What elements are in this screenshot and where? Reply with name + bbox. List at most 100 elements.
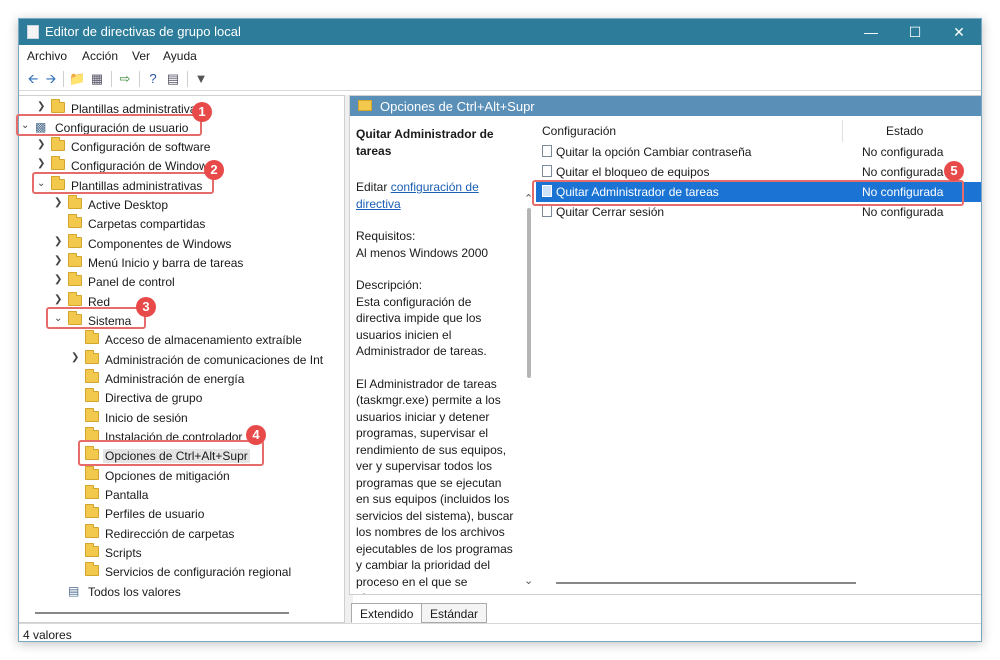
back-icon[interactable]: 🡨 <box>25 71 41 87</box>
folder-icon <box>51 137 65 151</box>
details-pane: Opciones de Ctrl+Alt+Supr Quitar Adminis… <box>349 95 981 595</box>
app-icon <box>27 25 39 39</box>
show-hide-tree-icon[interactable]: ▦ <box>89 71 105 87</box>
chevron-right-icon[interactable]: ❯ <box>37 101 47 112</box>
callout-badge-4: 4 <box>246 425 266 445</box>
close-button[interactable]: ✕ <box>937 19 981 45</box>
callout-badge-1: 1 <box>192 102 212 122</box>
chevron-right-icon[interactable]: ❯ <box>37 139 47 150</box>
chevron-right-icon[interactable]: ❯ <box>54 294 64 305</box>
column-divider[interactable] <box>842 120 843 142</box>
callout-highlight-3 <box>46 307 146 329</box>
status-bar: 4 valores <box>19 623 981 642</box>
toolbar-separator <box>139 71 140 87</box>
list-row[interactable]: Quitar el bloqueo de equipos No configura… <box>536 162 981 182</box>
folder-icon <box>85 466 99 480</box>
forward-icon[interactable]: 🡪 <box>43 71 59 87</box>
requirements-value: Al menos Windows 2000 <box>356 245 489 260</box>
tree-horizontal-scrollbar[interactable] <box>35 612 289 614</box>
callout-badge-3: 3 <box>136 297 156 317</box>
column-header-setting[interactable]: Configuración <box>542 124 616 138</box>
folder-icon <box>68 195 82 209</box>
row-state: No configurada <box>862 205 944 219</box>
menu-ayuda[interactable]: Ayuda <box>163 49 197 63</box>
row-state: No configurada <box>862 145 944 159</box>
description-panel: Quitar Administrador de tareas Editar co… <box>350 116 522 595</box>
requirements: Requisitos: Al menos Windows 2000 <box>356 228 516 261</box>
list-horizontal-scrollbar[interactable] <box>556 582 856 584</box>
properties-icon[interactable]: ▤ <box>165 71 181 87</box>
menu-ver[interactable]: Ver <box>132 49 150 63</box>
tab-estandar[interactable]: Estándar <box>421 603 488 623</box>
menu-accion[interactable]: Acción <box>82 49 118 63</box>
edit-policy-line: Editar configuración de directiva <box>356 179 516 212</box>
folder-icon <box>51 156 65 170</box>
title-bar[interactable]: Editor de directivas de grupo local — ☐ … <box>19 19 981 45</box>
policy-title: Quitar Administrador de tareas <box>356 127 494 158</box>
help-icon[interactable]: ? <box>145 71 161 87</box>
details-header-title: Opciones de Ctrl+Alt+Supr <box>380 99 535 114</box>
chevron-right-icon[interactable]: ❯ <box>54 255 64 266</box>
menu-bar: Archivo Acción Ver Ayuda <box>19 45 981 67</box>
row-name: Quitar el bloqueo de equipos <box>556 165 710 179</box>
folder-icon <box>85 543 99 557</box>
chevron-right-icon[interactable]: ❯ <box>54 274 64 285</box>
chevron-right-icon[interactable]: ❯ <box>54 236 64 247</box>
chevron-right-icon[interactable]: ❯ <box>54 197 64 208</box>
description-block: Descripción: Esta configuración de direct… <box>356 277 516 360</box>
callout-highlight-5 <box>532 180 964 206</box>
up-folder-icon[interactable]: 📁 <box>69 71 85 87</box>
maximize-button[interactable]: ☐ <box>893 19 937 45</box>
folder-icon <box>85 504 99 518</box>
all-settings-icon: ▤ <box>68 584 80 598</box>
view-tabs: Extendido Estándar <box>349 603 981 623</box>
column-header-state[interactable]: Estado <box>886 124 923 138</box>
minimize-button[interactable]: — <box>849 19 893 45</box>
menu-archivo[interactable]: Archivo <box>27 49 67 63</box>
scroll-thumb[interactable] <box>527 208 531 378</box>
edit-prefix: Editar <box>356 180 391 194</box>
chevron-right-icon[interactable]: ❯ <box>71 352 81 363</box>
list-header: Configuración Estado <box>536 120 981 142</box>
details-header: Opciones de Ctrl+Alt+Supr <box>350 96 981 116</box>
callout-badge-5: 5 <box>944 161 964 181</box>
callout-badge-2: 2 <box>204 160 224 180</box>
status-text: 4 valores <box>23 628 72 642</box>
folder-icon <box>85 330 99 344</box>
tab-extendido[interactable]: Extendido <box>351 603 423 623</box>
chevron-down-icon[interactable]: ⌄ <box>524 574 533 587</box>
description-label: Descripción: <box>356 278 423 292</box>
policy-setting-icon <box>542 145 552 157</box>
folder-icon <box>85 388 99 402</box>
policy-setting-icon <box>542 165 552 177</box>
toolbar-separator <box>187 71 188 87</box>
folder-icon <box>68 253 82 267</box>
window-title: Editor de directivas de grupo local <box>45 24 241 39</box>
row-name: Quitar Cerrar sesión <box>556 205 665 219</box>
description-paragraph-2: El Administrador de tareas (taskmgr.exe)… <box>356 376 514 595</box>
folder-icon <box>85 485 99 499</box>
folder-icon <box>68 292 82 306</box>
gpedit-window: Editor de directivas de grupo local — ☐ … <box>18 18 982 642</box>
toolbar-separator <box>63 71 64 87</box>
folder-icon <box>51 99 65 113</box>
folder-icon <box>85 369 99 383</box>
policy-setting-icon <box>542 205 552 217</box>
folder-icon <box>68 214 82 228</box>
folder-icon <box>85 524 99 538</box>
folder-icon <box>85 350 99 364</box>
requirements-label: Requisitos: <box>356 229 416 243</box>
toolbar-separator <box>111 71 112 87</box>
folder-icon <box>68 272 82 286</box>
row-name: Quitar la opción Cambiar contraseña <box>556 145 752 159</box>
toolbar: 🡨 🡪 📁 ▦ ⇨ ? ▤ ▼ <box>19 67 981 91</box>
chevron-right-icon[interactable]: ❯ <box>37 158 47 169</box>
list-row[interactable]: Quitar la opción Cambiar contraseña No co… <box>536 142 981 162</box>
export-list-icon[interactable]: ⇨ <box>117 71 133 87</box>
callout-highlight-4 <box>78 440 264 466</box>
folder-icon <box>68 234 82 248</box>
callout-highlight-2 <box>32 172 214 194</box>
callout-highlight-1 <box>16 114 202 136</box>
folder-icon <box>85 408 99 422</box>
filter-icon[interactable]: ▼ <box>193 71 209 87</box>
